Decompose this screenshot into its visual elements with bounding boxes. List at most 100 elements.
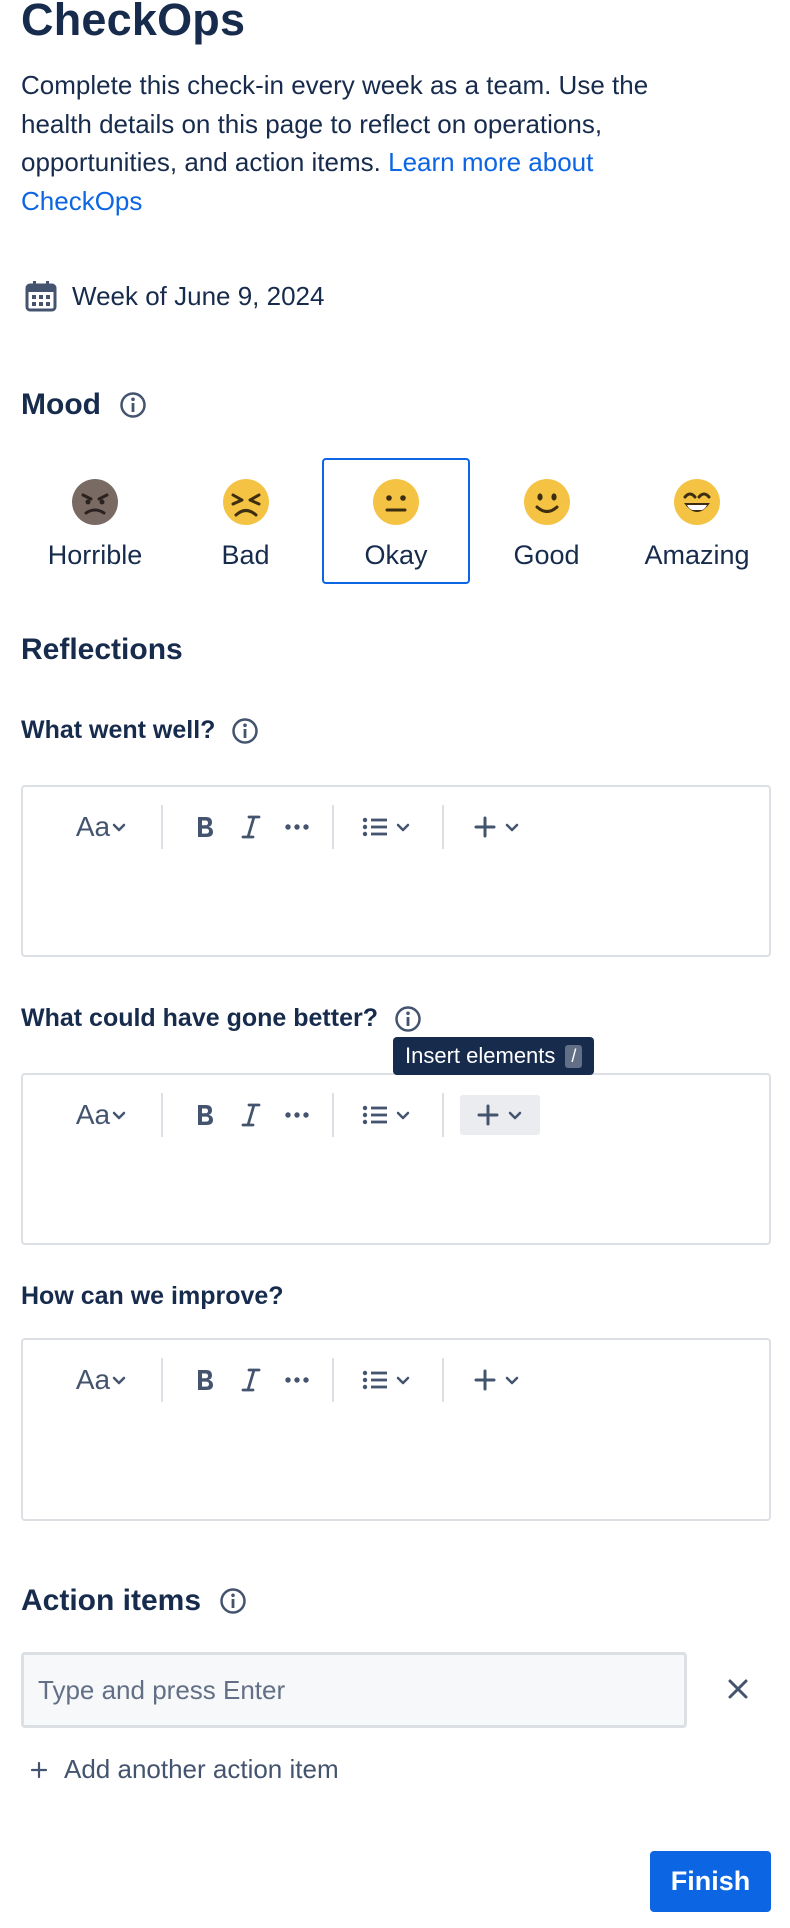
more-formatting-button[interactable] — [279, 1360, 315, 1400]
editor-toolbar: Aa — [23, 1340, 769, 1420]
mood-label: Bad — [221, 540, 270, 570]
insert-button[interactable] — [460, 1095, 540, 1135]
bold-button[interactable] — [187, 1095, 223, 1135]
chevron-down-icon — [112, 1111, 126, 1120]
toolbar-divider — [442, 1358, 444, 1402]
bold-icon — [198, 1105, 213, 1125]
insert-button[interactable] — [467, 1360, 527, 1400]
italic-button[interactable] — [233, 1095, 269, 1135]
bold-icon — [198, 1370, 213, 1390]
insert-icon — [474, 816, 496, 838]
chevron-down-icon — [396, 823, 410, 832]
week-label: Week of June 9, 2024 — [72, 280, 325, 311]
editor-went-well[interactable]: Aa — [21, 785, 771, 957]
toolbar-divider — [161, 1093, 163, 1137]
action-items-heading: Action items — [21, 1584, 247, 1618]
close-icon — [728, 1679, 748, 1699]
mood-label: Amazing — [644, 540, 750, 570]
text-style-button[interactable]: Aa — [71, 1095, 133, 1135]
more-formatting-icon — [285, 1377, 309, 1383]
action-items-heading-label: Action items — [21, 1584, 202, 1617]
question-label: How can we improve? — [21, 1282, 284, 1310]
list-button[interactable] — [357, 1360, 417, 1400]
more-formatting-icon — [285, 824, 309, 830]
bold-button[interactable] — [187, 807, 223, 847]
text-style-label: Aa — [75, 811, 111, 842]
mood-option-amazing[interactable]: Amazing — [623, 458, 771, 584]
insert-icon — [474, 1369, 496, 1391]
info-icon[interactable] — [119, 391, 147, 419]
editor-toolbar: Aa — [23, 787, 769, 867]
toolbar-divider — [332, 1358, 334, 1402]
italic-icon — [241, 1368, 261, 1392]
mood-label: Horrible — [47, 540, 143, 570]
grinning-face-icon — [674, 479, 720, 525]
finish-button[interactable]: Finish — [650, 1851, 771, 1912]
text-style-button[interactable]: Aa — [71, 807, 133, 847]
mood-label: Okay — [364, 540, 428, 570]
toolbar-divider — [161, 1358, 163, 1402]
reflections-heading: Reflections — [21, 633, 183, 667]
question-label: What could have gone better? — [21, 1004, 378, 1032]
reflections-heading-label: Reflections — [21, 633, 183, 666]
italic-button[interactable] — [233, 1360, 269, 1400]
bullet-list-icon — [362, 817, 387, 837]
chevron-down-icon — [112, 1376, 126, 1385]
question-went-well: What went well? — [21, 716, 259, 745]
add-action-item-button[interactable]: Add another action item — [30, 1754, 339, 1785]
italic-button[interactable] — [233, 807, 269, 847]
action-item-input[interactable] — [21, 1652, 687, 1728]
mood-option-good[interactable]: Good — [473, 458, 621, 584]
bullet-list-icon — [362, 1105, 387, 1125]
insert-elements-tooltip: Insert elements / — [393, 1037, 595, 1075]
page-title: CheckOps — [21, 0, 246, 45]
italic-icon — [241, 1103, 261, 1127]
insert-icon — [477, 1104, 499, 1126]
toolbar-divider — [442, 805, 444, 849]
question-gone-better: What could have gone better? — [21, 1004, 422, 1033]
mood-heading-label: Mood — [21, 388, 101, 421]
toolbar-divider — [332, 805, 334, 849]
info-icon[interactable] — [231, 717, 259, 745]
list-button[interactable] — [357, 807, 417, 847]
text-style-label: Aa — [75, 1099, 111, 1130]
mood-selector: Horrible Bad Okay Good Amazing — [21, 458, 771, 584]
text-style-button[interactable]: Aa — [71, 1360, 133, 1400]
toolbar-divider — [161, 805, 163, 849]
text-style-label: Aa — [75, 1364, 111, 1395]
editor-toolbar: Aa — [23, 1075, 769, 1155]
mood-option-okay[interactable]: Okay — [322, 458, 470, 584]
plus-icon — [30, 1761, 48, 1778]
bullet-list-icon — [362, 1370, 387, 1390]
insert-button[interactable] — [467, 807, 527, 847]
list-button[interactable] — [357, 1095, 417, 1135]
info-icon[interactable] — [219, 1587, 247, 1615]
chevron-down-icon — [508, 1111, 522, 1120]
keyboard-shortcut: / — [565, 1044, 583, 1068]
question-label: What went well? — [21, 716, 216, 744]
mood-option-bad[interactable]: Bad — [172, 458, 320, 584]
chevron-down-icon — [396, 1376, 410, 1385]
add-action-item-label: Add another action item — [64, 1754, 339, 1784]
mood-option-horrible[interactable]: Horrible — [21, 458, 169, 584]
chevron-down-icon — [505, 1376, 519, 1385]
info-icon[interactable] — [394, 1005, 422, 1033]
calendar-icon — [24, 279, 58, 313]
mood-heading: Mood — [21, 388, 147, 422]
more-formatting-button[interactable] — [279, 807, 315, 847]
tired-face-icon — [222, 479, 269, 525]
remove-action-item-button[interactable] — [722, 1673, 754, 1705]
tooltip-text: Insert elements — [405, 1043, 556, 1068]
toolbar-divider — [442, 1093, 444, 1137]
editor-improve[interactable]: Aa — [21, 1338, 771, 1521]
bold-icon — [198, 817, 213, 837]
smiling-face-icon — [523, 479, 570, 525]
more-formatting-button[interactable] — [279, 1095, 315, 1135]
chevron-down-icon — [112, 823, 126, 832]
bold-button[interactable] — [187, 1360, 223, 1400]
toolbar-divider — [332, 1093, 334, 1137]
intro-text: Complete this check-in every week as a t… — [21, 66, 721, 220]
question-improve: How can we improve? — [21, 1282, 284, 1311]
angry-face-icon — [72, 479, 118, 525]
editor-gone-better[interactable]: Aa — [21, 1073, 771, 1245]
